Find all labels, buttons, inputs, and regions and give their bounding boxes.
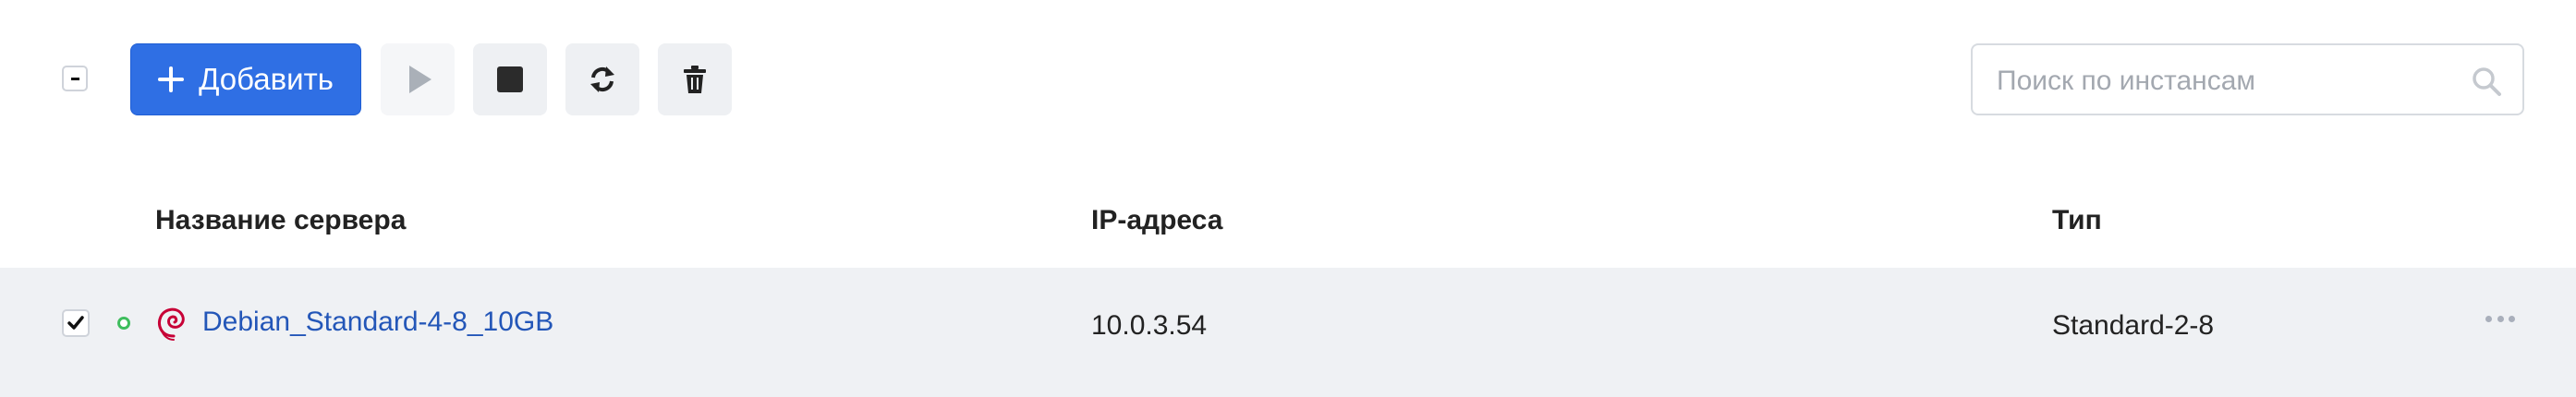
checkmark-icon — [67, 316, 84, 330]
ip-address: 10.0.3.54 — [1091, 310, 1208, 341]
server-type: Standard-2-8 — [2052, 310, 2215, 341]
stop-icon — [497, 66, 523, 92]
search-box — [1971, 43, 2524, 115]
row-checkbox[interactable] — [62, 309, 90, 337]
dot — [2485, 315, 2492, 322]
trash-icon — [684, 66, 706, 93]
dot — [2509, 315, 2515, 322]
plus-icon — [158, 66, 185, 92]
restart-button[interactable] — [565, 43, 639, 115]
refresh-icon — [590, 66, 614, 92]
column-header-name[interactable]: Название сервера — [155, 205, 406, 236]
play-icon — [409, 66, 431, 93]
delete-button[interactable] — [658, 43, 732, 115]
table-header: Название сервера IP-адреса Тип — [0, 185, 2576, 268]
debian-icon — [158, 307, 185, 341]
column-header-ip[interactable]: IP-адреса — [1091, 205, 1222, 236]
add-button-label: Добавить — [199, 62, 334, 96]
more-actions-button[interactable] — [2485, 311, 2515, 326]
stop-button[interactable] — [473, 43, 547, 115]
start-button[interactable] — [381, 43, 455, 115]
add-button[interactable]: Добавить — [130, 43, 361, 115]
column-header-type[interactable]: Тип — [2052, 205, 2102, 236]
server-name-link[interactable]: Debian_Standard-4-8_10GB — [202, 307, 553, 338]
dot — [2497, 315, 2504, 322]
select-all-checkbox[interactable] — [62, 66, 88, 91]
search-input[interactable] — [1995, 62, 2461, 101]
search-icon[interactable] — [2471, 66, 2502, 97]
toolbar: Добавить — [0, 0, 2576, 157]
status-indicator — [117, 317, 130, 330]
